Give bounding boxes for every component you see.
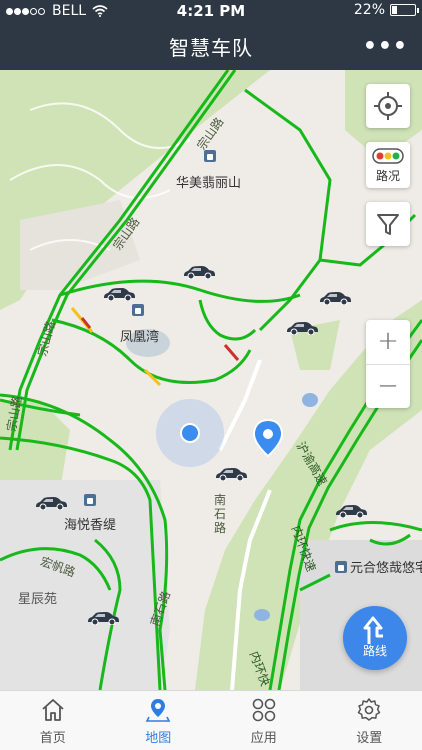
tab-home[interactable]: 首页 — [0, 691, 106, 750]
poi-label: 凤凰湾 — [120, 330, 160, 345]
tab-apps[interactable]: 应用 — [211, 691, 317, 750]
tab-label: 应用 — [250, 731, 277, 746]
building-icon — [132, 304, 144, 316]
apps-grid-icon — [252, 698, 276, 722]
battery-status: 22% — [353, 2, 419, 18]
residential-area-left — [0, 480, 170, 690]
vehicle-marker[interactable] — [285, 321, 319, 335]
vehicle-marker[interactable] — [318, 291, 352, 305]
map-base-layer — [0, 70, 422, 690]
location-dot — [180, 423, 200, 443]
tab-map[interactable]: 地图 — [106, 691, 212, 750]
vehicle-marker[interactable] — [182, 265, 216, 279]
locate-me-button[interactable] — [366, 84, 410, 128]
nav-bar: 智慧车队 ••• — [0, 22, 422, 70]
water-small-1 — [302, 393, 318, 407]
filter-button[interactable] — [366, 202, 410, 246]
vehicle-marker[interactable] — [214, 467, 248, 481]
poi-label: 华美翡丽山 — [176, 176, 242, 191]
zoom-out-button[interactable]: − — [366, 364, 410, 408]
battery-percent: 22% — [353, 2, 385, 18]
filter-icon — [377, 214, 399, 235]
road-label: 南石路 — [214, 493, 227, 535]
poi-yuanhe[interactable]: 元合悠哉悠宅 — [335, 557, 422, 576]
poi-label: 星辰苑 — [18, 592, 58, 607]
tab-label: 首页 — [39, 731, 66, 746]
vehicle-marker[interactable] — [334, 504, 368, 518]
tab-settings[interactable]: 设置 — [317, 691, 422, 750]
tab-label: 地图 — [145, 731, 172, 746]
crosshair-icon — [374, 92, 402, 120]
destination-marker — [252, 418, 284, 458]
tab-bar: 首页 地图 应用 设置 — [0, 690, 422, 750]
map-view[interactable]: 华美翡丽山 凤凰湾 海悦香缇 元合悠哉悠宅 星辰苑 宗山路 宗山路 宗山路 宗山… — [0, 70, 422, 690]
home-icon — [42, 699, 64, 721]
poi-fenghuangwan[interactable]: 凤凰湾 — [120, 304, 160, 345]
route-label: 路线 — [362, 644, 387, 658]
zoom-control: + − — [366, 320, 410, 408]
poi-label: 海悦香缇 — [64, 518, 117, 533]
traffic-label: 路况 — [375, 169, 400, 183]
road-segment-jam — [223, 344, 240, 361]
vehicle-marker[interactable] — [86, 611, 120, 625]
vehicle-marker[interactable] — [102, 287, 136, 301]
battery-icon — [390, 4, 419, 16]
app-screen: BELL 4:21 PM 22% 智慧车队 ••• 华美翡丽山 凤凰湾 海悦香缇… — [0, 0, 422, 750]
more-menu-button[interactable]: ••• — [363, 34, 408, 59]
zoom-in-button[interactable]: + — [366, 320, 410, 364]
page-title: 智慧车队 — [169, 36, 253, 60]
poi-label: 元合悠哉悠宅 — [350, 561, 422, 576]
vehicle-marker[interactable] — [34, 496, 68, 510]
building-icon — [335, 561, 347, 573]
traffic-toggle-button[interactable]: 路况 — [366, 142, 410, 188]
building-icon — [84, 494, 96, 506]
map-pin-icon — [145, 699, 171, 722]
poi-huamei[interactable]: 华美翡丽山 — [176, 150, 242, 191]
gear-icon — [358, 698, 381, 721]
poi-haiyue[interactable]: 海悦香缇 — [64, 494, 117, 533]
poi-xingchen[interactable]: 星辰苑 — [18, 588, 57, 607]
status-bar: BELL 4:21 PM 22% — [0, 0, 422, 22]
tab-label: 设置 — [356, 731, 383, 746]
water-small-2 — [254, 609, 270, 621]
route-button[interactable]: 路线 — [343, 606, 407, 670]
